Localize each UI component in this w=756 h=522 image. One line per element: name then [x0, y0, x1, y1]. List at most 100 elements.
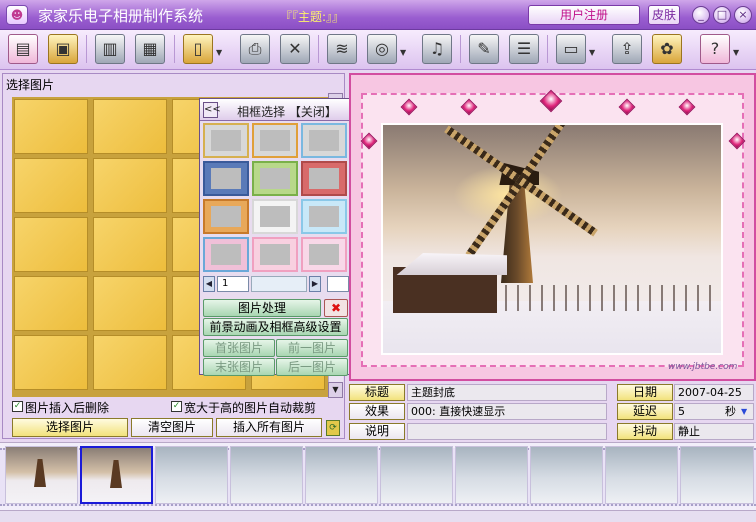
- frame-thumbnail[interactable]: [203, 161, 249, 196]
- app-title: 家家乐电子相册制作系统: [38, 7, 204, 25]
- image-cell[interactable]: [14, 276, 88, 331]
- toolbar-divider: [86, 35, 87, 63]
- refresh-icon[interactable]: ⟳: [326, 420, 340, 436]
- delete-after-insert-checkbox[interactable]: ✓: [12, 401, 23, 412]
- frame-thumbnail[interactable]: [301, 199, 347, 234]
- new-album-icon[interactable]: ▤: [8, 34, 38, 64]
- filmstrip-slide[interactable]: [5, 446, 78, 504]
- jitter-field[interactable]: 静止: [674, 423, 754, 440]
- settings-icon[interactable]: ☰: [509, 34, 539, 64]
- export-icon[interactable]: ⇪: [612, 34, 642, 64]
- filmstrip-slide[interactable]: [305, 446, 378, 504]
- last-image-button[interactable]: 末张图片: [203, 358, 275, 376]
- background-icon[interactable]: ≋: [327, 34, 357, 64]
- frame-icon[interactable]: ▯: [183, 34, 213, 64]
- page-slider[interactable]: [251, 276, 307, 292]
- paint-icon[interactable]: ✿: [652, 34, 682, 64]
- frame-thumbnail[interactable]: [252, 161, 298, 196]
- filmstrip-slide[interactable]: [230, 446, 303, 504]
- chevron-down-icon[interactable]: ▼: [589, 48, 597, 57]
- scroll-down-icon[interactable]: ▼: [328, 382, 343, 398]
- image-cell[interactable]: [14, 217, 88, 272]
- toolbar-divider: [174, 35, 175, 63]
- delay-value: 5: [678, 405, 685, 418]
- description-label[interactable]: 说明: [349, 423, 405, 440]
- frame-thumbnail[interactable]: [301, 123, 347, 158]
- maximize-button[interactable]: □: [713, 6, 731, 24]
- text-icon[interactable]: ✎: [469, 34, 499, 64]
- open-album-icon[interactable]: ▣: [48, 34, 78, 64]
- filmstrip-slide[interactable]: [380, 446, 453, 504]
- filmstrip-scrollbar[interactable]: [0, 510, 756, 522]
- effect-field[interactable]: 000: 直接快速显示: [407, 403, 607, 420]
- register-button[interactable]: 用户注册: [528, 5, 640, 25]
- image-cell[interactable]: [93, 335, 167, 390]
- frame-thumbnail[interactable]: [203, 123, 249, 158]
- help-icon[interactable]: ?: [700, 34, 730, 64]
- next-image-button[interactable]: 后一图片: [276, 358, 348, 376]
- delete-icon[interactable]: ✕: [280, 34, 310, 64]
- image-cell[interactable]: [93, 99, 167, 154]
- page-next-icon[interactable]: ▶: [309, 276, 321, 292]
- filmstrip-slide-selected[interactable]: [80, 446, 153, 504]
- barn-roof: [396, 253, 507, 275]
- filmstrip-slide[interactable]: [455, 446, 528, 504]
- print-icon[interactable]: ⎙: [240, 34, 270, 64]
- frame-thumbnail[interactable]: [203, 199, 249, 234]
- jitter-label[interactable]: 抖动: [617, 423, 673, 440]
- screen-icon[interactable]: ▭: [556, 34, 586, 64]
- date-label[interactable]: 日期: [617, 384, 673, 401]
- watermark: www.jbtbe.com: [668, 362, 738, 372]
- clear-images-button[interactable]: 清空图片: [131, 418, 213, 437]
- frame-thumbnail[interactable]: [252, 123, 298, 158]
- frame-thumbnail[interactable]: [301, 161, 347, 196]
- music-icon[interactable]: ♫: [422, 34, 452, 64]
- advanced-settings-button[interactable]: 前景动画及相框高级设置: [203, 318, 348, 336]
- chevron-down-icon[interactable]: ▼: [733, 48, 741, 57]
- date-field[interactable]: 2007-04-25: [674, 384, 754, 401]
- skin-button[interactable]: 皮肤: [648, 5, 680, 25]
- insert-all-button[interactable]: 插入所有图片: [216, 418, 322, 437]
- frame-thumbnail[interactable]: [252, 199, 298, 234]
- save-icon[interactable]: ▥: [95, 34, 125, 64]
- page-prev-icon[interactable]: ◀: [203, 276, 215, 292]
- image-cell[interactable]: [14, 335, 88, 390]
- preview-photo: [381, 123, 723, 355]
- prev-image-button[interactable]: 前一图片: [276, 339, 348, 357]
- image-process-button[interactable]: 图片处理: [203, 299, 321, 317]
- filmstrip-slide[interactable]: [530, 446, 603, 504]
- frame-thumbnail[interactable]: [203, 237, 249, 272]
- title-field[interactable]: 主题封底: [407, 384, 607, 401]
- select-images-button[interactable]: 选择图片: [12, 418, 128, 437]
- disc-icon[interactable]: ◎: [367, 34, 397, 64]
- chevron-down-icon[interactable]: ▼: [216, 48, 224, 57]
- chevron-down-icon[interactable]: ▼: [741, 404, 747, 419]
- frame-thumbnail[interactable]: [301, 237, 347, 272]
- image-cell[interactable]: [93, 158, 167, 213]
- auto-crop-checkbox[interactable]: ✓: [171, 401, 182, 412]
- toolbar: ▤ ▣ ▥ ▦ ▯ ▼ ⎙ ✕ ≋ ◎ ▼ ♫ ✎ ☰ ▭ ▼ ⇪ ✿ ? ▼: [0, 30, 756, 70]
- close-button[interactable]: ×: [734, 6, 752, 24]
- filmstrip-slide[interactable]: [605, 446, 678, 504]
- save-as-icon[interactable]: ▦: [135, 34, 165, 64]
- delay-field[interactable]: 5 秒 ▼: [674, 403, 754, 420]
- page-number[interactable]: 1: [217, 276, 249, 292]
- title-label[interactable]: 标题: [349, 384, 405, 401]
- remove-frame-button[interactable]: ✖: [324, 299, 348, 317]
- image-cell[interactable]: [93, 276, 167, 331]
- image-cell[interactable]: [93, 217, 167, 272]
- image-cell[interactable]: [14, 99, 88, 154]
- delay-label[interactable]: 延迟: [617, 403, 673, 420]
- minimize-button[interactable]: _: [692, 6, 710, 24]
- description-field[interactable]: [407, 423, 607, 440]
- frame-thumbnail[interactable]: [252, 237, 298, 272]
- filmstrip-slide[interactable]: [155, 446, 228, 504]
- app-icon: ☻: [6, 5, 28, 25]
- collapse-button[interactable]: <<: [203, 102, 221, 118]
- chevron-down-icon[interactable]: ▼: [400, 48, 408, 57]
- popup-title[interactable]: 相框选择 【关闭】: [223, 103, 351, 120]
- effect-label[interactable]: 效果: [349, 403, 405, 420]
- image-cell[interactable]: [14, 158, 88, 213]
- first-image-button[interactable]: 首张图片: [203, 339, 275, 357]
- filmstrip-slide[interactable]: [680, 446, 754, 504]
